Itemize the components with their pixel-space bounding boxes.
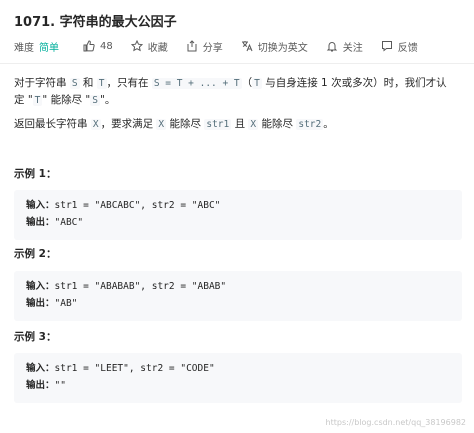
inline-code-x: X [156,119,167,130]
example-1-title: 示例 1： [14,168,57,180]
like-count: 48 [100,40,113,52]
example-3-title: 示例 3： [14,331,57,343]
example-output-line: 输出："" [26,377,450,394]
description-paragraph-2: 返回最长字符串 X ，要求满足 X 能除尽 str1 且 X 能除尽 str2。 [14,116,454,133]
star-icon [130,40,143,52]
thumbs-up-icon [83,40,95,52]
inline-code-t: T [32,95,43,106]
inline-code-s: S [69,78,80,89]
share-icon [186,40,198,52]
output-value: "" [54,380,66,391]
share-label: 分享 [202,42,223,54]
problem-page: 1071. 字符串的最大公因子 难度 简单 48 收藏 分享 切换为英文 关注 … [0,0,474,433]
bell-icon [326,40,338,52]
output-label: 输出： [26,380,55,391]
output-value: "ABC" [54,217,84,228]
text: 返回最长字符串 [14,118,91,130]
inline-code-str2: str2 [296,119,324,130]
text: 能除尽 [258,118,297,130]
input-label: 输入： [26,281,55,292]
follow-label: 关注 [342,42,363,54]
example-2-title: 示例 2： [14,248,57,260]
text: （ [241,77,253,89]
difficulty-label: 难度 [14,42,34,54]
inline-code-x: X [248,119,259,130]
problem-meta-bar: 难度 简单 48 收藏 分享 切换为英文 关注 反馈 [14,38,436,54]
text: " 能除尽 " [42,94,91,106]
example-1-block: 输入：str1 = "ABCABC", str2 = "ABC" 输出："ABC… [14,190,462,240]
like-button[interactable]: 48 [83,40,113,52]
example-input-line: 输入：str1 = "ABCABC", str2 = "ABC" [26,197,450,214]
example-output-line: 输出："AB" [26,295,450,312]
inline-code-str1: str1 [204,119,232,130]
feedback-button[interactable]: 反馈 [381,39,418,54]
favorite-label: 收藏 [147,42,168,54]
inline-code-s: S [90,95,100,106]
text: ，只有在 [106,77,152,89]
example-output-line: 输出："ABC" [26,214,450,231]
inline-code-t: T [96,78,107,89]
inline-code-t: T [252,78,262,89]
text: 。 [323,118,334,130]
translate-button[interactable]: 切换为英文 [241,39,308,54]
text: 对于字符串 [14,77,70,89]
input-value: str1 = "ABABAB", str2 = "ABAB" [54,281,227,292]
input-value: str1 = "LEET", str2 = "CODE" [54,363,215,374]
inline-code-x: X [90,119,101,130]
example-3-block: 输入：str1 = "LEET", str2 = "CODE" 输出："" [14,353,462,403]
feedback-label: 反馈 [397,42,418,54]
example-2-block: 输入：str1 = "ABABAB", str2 = "ABAB" 输出："AB… [14,271,462,321]
share-button[interactable]: 分享 [186,39,223,54]
feedback-icon [381,40,393,52]
difficulty-value: 简单 [39,42,59,54]
watermark: https://blog.csdn.net/qq_38196982 [325,418,466,427]
text: 且 [231,118,249,130]
text: 和 [79,77,97,89]
translate-icon [241,40,253,52]
output-value: "AB" [54,298,78,309]
description-paragraph-1: 对于字符串 S 和 T ，只有在 S = T + ... + T （T 与自身连接 … [14,75,454,109]
translate-label: 切换为英文 [257,42,308,54]
input-value: str1 = "ABCABC", str2 = "ABC" [54,200,221,211]
inline-code-formula: S = T + ... + T [151,78,242,89]
output-label: 输出： [26,217,55,228]
text: ，要求满足 [100,118,157,130]
input-label: 输入： [26,200,55,211]
input-label: 输入： [26,363,55,374]
text: 能除尽 [166,118,205,130]
example-input-line: 输入：str1 = "ABABAB", str2 = "ABAB" [26,278,450,295]
example-input-line: 输入：str1 = "LEET", str2 = "CODE" [26,360,450,377]
problem-title: 1071. 字符串的最大公因子 [14,15,177,30]
follow-button[interactable]: 关注 [326,39,363,54]
header-divider [0,63,474,64]
output-label: 输出： [26,298,55,309]
favorite-button[interactable]: 收藏 [130,39,168,54]
text: "。 [99,94,116,106]
